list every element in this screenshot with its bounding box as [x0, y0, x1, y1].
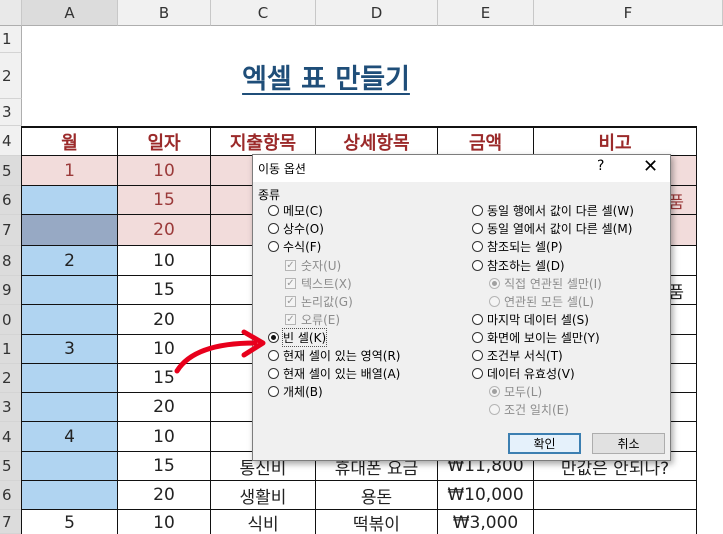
red-arrow-annotation	[174, 329, 266, 374]
